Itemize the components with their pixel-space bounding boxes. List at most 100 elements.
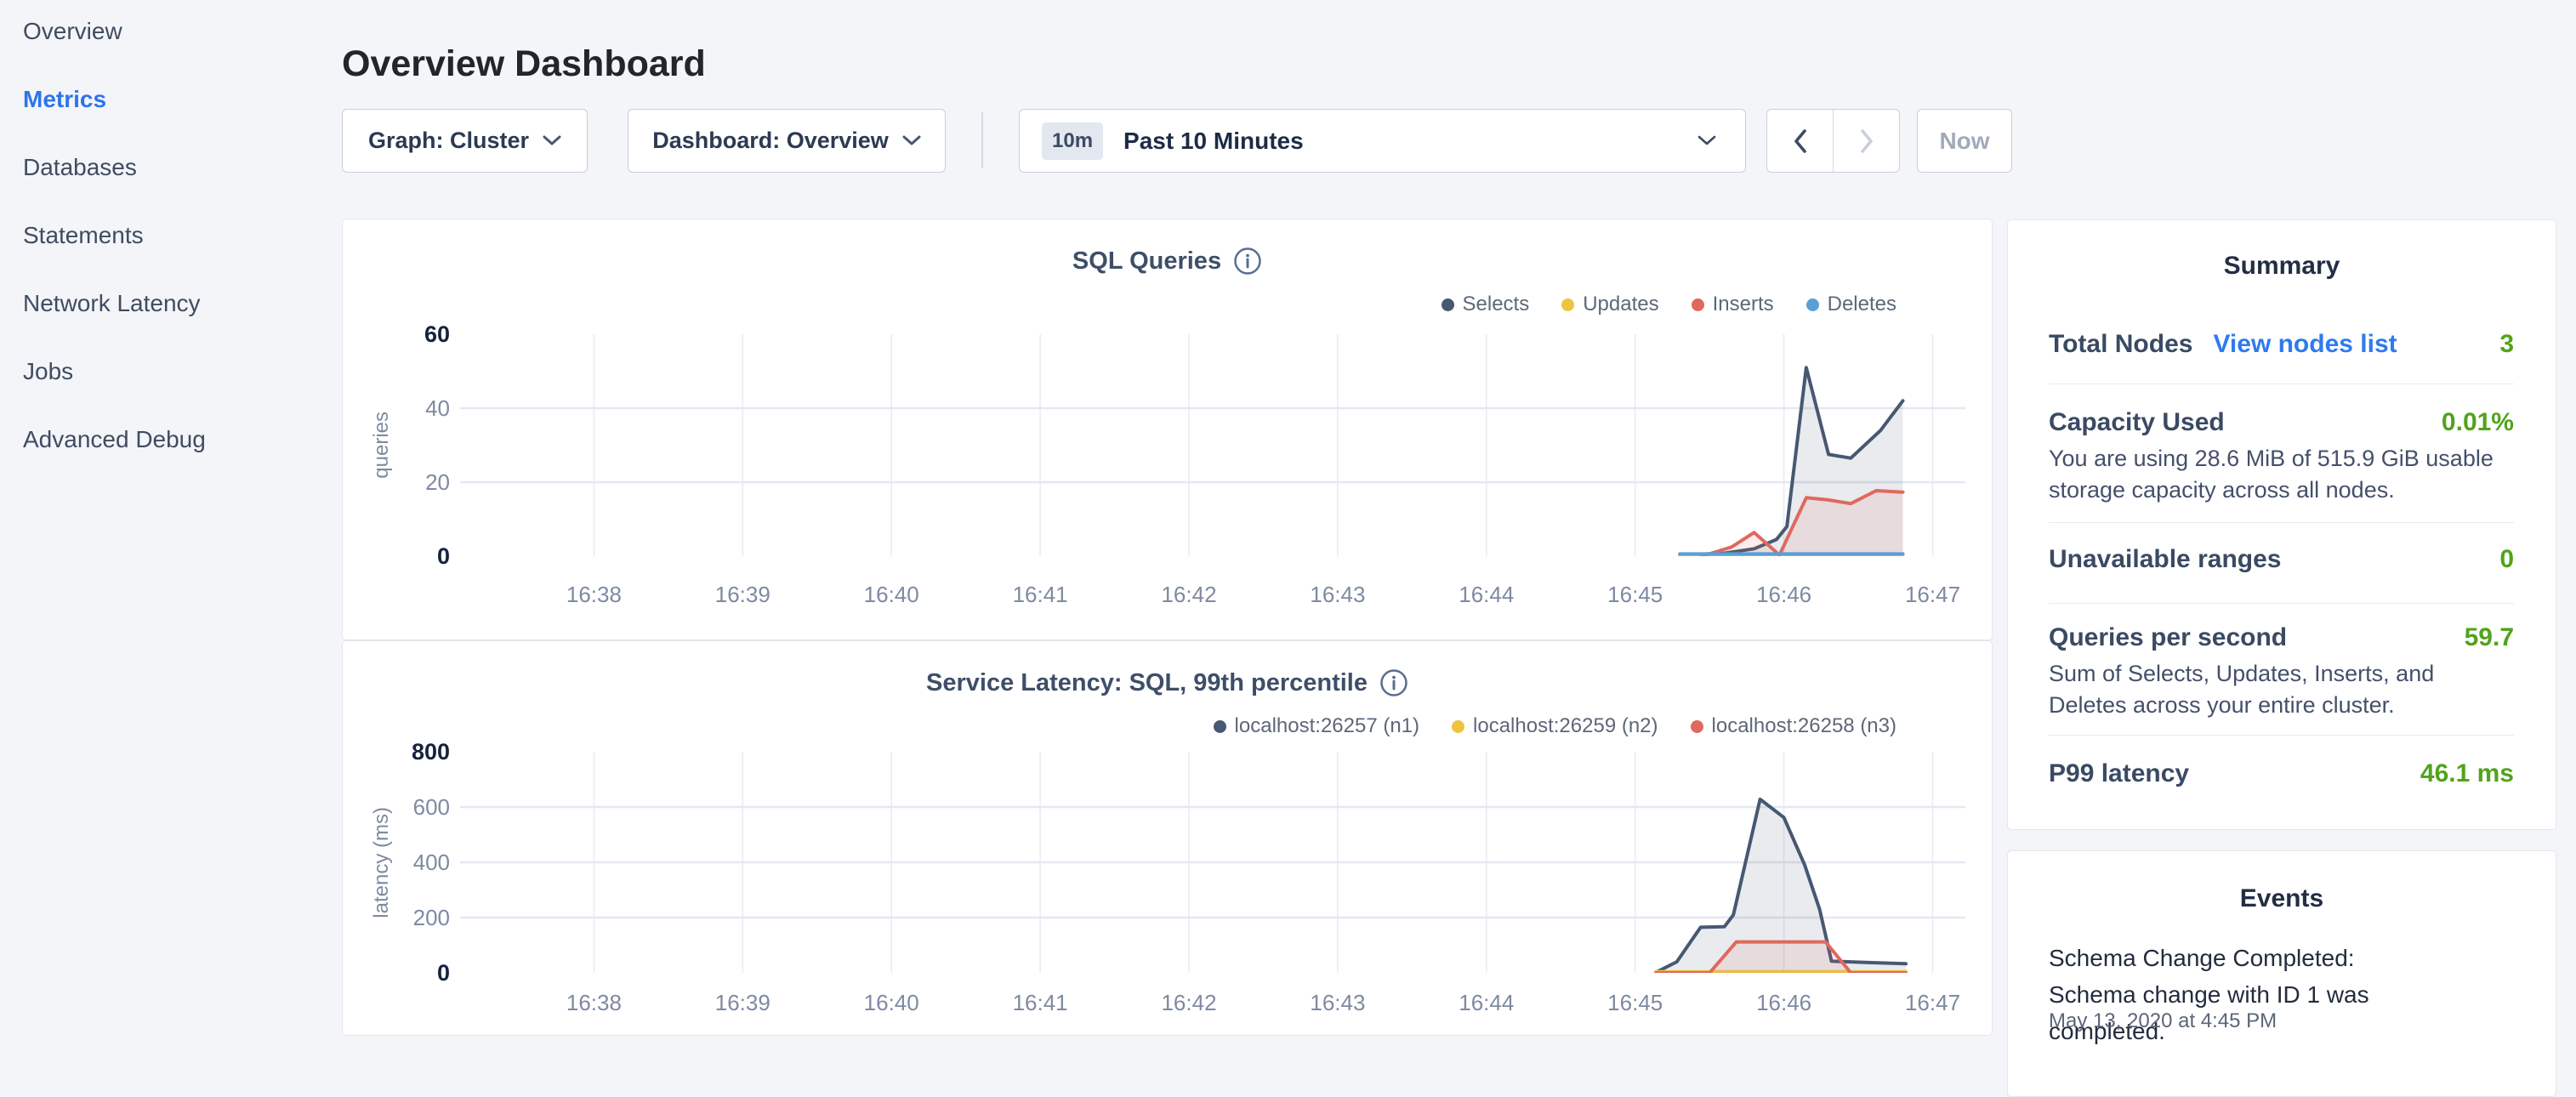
chevron-down-icon bbox=[543, 135, 561, 146]
time-window-pager bbox=[1766, 109, 1900, 173]
x-axis-tick: 16:45 bbox=[1584, 990, 1686, 1016]
chart-legend: localhost:26257 (n1) localhost:26259 (n2)… bbox=[1214, 714, 1896, 738]
y-axis-label: queries bbox=[367, 334, 397, 556]
x-axis-tick: 16:41 bbox=[989, 990, 1091, 1016]
chart-plot-area bbox=[460, 334, 1965, 556]
chart-title: Service Latency: SQL, 99th percentile bbox=[926, 669, 1368, 697]
x-axis-tick: 16:45 bbox=[1584, 582, 1686, 608]
summary-row-label: Queries per second bbox=[2049, 623, 2287, 652]
x-axis-tick: 16:44 bbox=[1436, 582, 1538, 608]
page-title: Overview Dashboard bbox=[342, 43, 706, 85]
toolbar-divider bbox=[981, 112, 983, 168]
service-latency-chart-card: Service Latency: SQL, 99th percentile lo… bbox=[342, 640, 1993, 1036]
x-axis-tick: 16:40 bbox=[840, 582, 942, 608]
summary-row-value: 3 bbox=[2499, 330, 2514, 359]
events-panel: Events Schema Change Completed: Schema c… bbox=[2007, 850, 2556, 1097]
legend-item[interactable]: localhost:26258 (n3) bbox=[1691, 714, 1896, 738]
chart-plot-area bbox=[460, 752, 1965, 973]
legend-item[interactable]: Deletes bbox=[1806, 293, 1896, 316]
legend-dot-icon bbox=[1561, 298, 1574, 311]
info-icon[interactable] bbox=[1379, 668, 1408, 697]
summary-row-value: 46.1 ms bbox=[2420, 759, 2514, 788]
y-axis-tick: 20 bbox=[368, 469, 450, 496]
view-nodes-list-link[interactable]: View nodes list bbox=[2213, 330, 2397, 359]
divider bbox=[2049, 603, 2514, 604]
chart-header: Service Latency: SQL, 99th percentile bbox=[343, 668, 1992, 697]
divider bbox=[2049, 735, 2514, 736]
legend-label: localhost:26257 (n1) bbox=[1235, 714, 1419, 738]
x-axis-tick: 16:44 bbox=[1436, 990, 1538, 1016]
x-axis-tick: 16:43 bbox=[1287, 582, 1389, 608]
summary-row-value: 0 bbox=[2499, 545, 2514, 574]
y-axis-tick: 0 bbox=[368, 543, 450, 570]
summary-row-unavailable-ranges: Unavailable ranges 0 bbox=[2049, 545, 2514, 574]
legend-dot-icon bbox=[1691, 720, 1703, 733]
summary-row-capacity-used: Capacity Used 0.01% bbox=[2049, 408, 2514, 437]
legend-label: Inserts bbox=[1713, 293, 1774, 316]
summary-title: Summary bbox=[2008, 252, 2556, 281]
sidebar-item-statements[interactable]: Statements bbox=[23, 202, 312, 270]
chart-header: SQL Queries bbox=[343, 247, 1992, 276]
x-axis-tick: 16:47 bbox=[1882, 990, 1984, 1016]
summary-row-description: You are using 28.6 MiB of 515.9 GiB usab… bbox=[2049, 443, 2499, 506]
legend-item[interactable]: localhost:26259 (n2) bbox=[1452, 714, 1658, 738]
x-axis-tick: 16:46 bbox=[1733, 582, 1835, 608]
summary-row-p99-latency: P99 latency 46.1 ms bbox=[2049, 759, 2514, 788]
chevron-down-icon bbox=[902, 135, 921, 146]
x-axis-tick: 16:46 bbox=[1733, 990, 1835, 1016]
x-axis-tick: 16:40 bbox=[840, 990, 942, 1016]
sql-queries-chart-card: SQL Queries Selects Updates Inserts Deletes… bbox=[342, 219, 1993, 640]
info-icon[interactable] bbox=[1233, 247, 1262, 276]
legend-label: Selects bbox=[1463, 293, 1530, 316]
summary-row-label: P99 latency bbox=[2049, 759, 2189, 788]
legend-item[interactable]: Inserts bbox=[1692, 293, 1774, 316]
next-time-window-button[interactable] bbox=[1834, 110, 1899, 172]
summary-row-value: 0.01% bbox=[2442, 408, 2514, 437]
legend-dot-icon bbox=[1442, 298, 1454, 311]
graph-dropdown[interactable]: Graph: Cluster bbox=[342, 109, 588, 173]
y-axis-tick: 60 bbox=[368, 321, 450, 348]
summary-row-label: Capacity Used bbox=[2049, 408, 2225, 437]
legend-dot-icon bbox=[1452, 720, 1464, 733]
y-axis-tick: 600 bbox=[368, 793, 450, 821]
legend-dot-icon bbox=[1214, 720, 1226, 733]
chart-legend: Selects Updates Inserts Deletes bbox=[1442, 293, 1897, 316]
summary-row-description: Sum of Selects, Updates, Inserts, and De… bbox=[2049, 658, 2499, 721]
x-axis-tick: 16:47 bbox=[1882, 582, 1984, 608]
time-window-badge: 10m bbox=[1042, 122, 1103, 160]
legend-item[interactable]: localhost:26257 (n1) bbox=[1214, 714, 1419, 738]
sidebar-item-jobs[interactable]: Jobs bbox=[23, 338, 312, 406]
sidebar-item-metrics[interactable]: Metrics bbox=[23, 65, 312, 134]
time-window-selector[interactable]: 10m Past 10 Minutes bbox=[1019, 109, 1746, 173]
legend-item[interactable]: Selects bbox=[1442, 293, 1530, 316]
sidebar-item-databases[interactable]: Databases bbox=[23, 134, 312, 202]
legend-dot-icon bbox=[1692, 298, 1704, 311]
legend-dot-icon bbox=[1806, 298, 1819, 311]
legend-item[interactable]: Updates bbox=[1561, 293, 1658, 316]
summary-row-total-nodes: Total Nodes View nodes list 3 bbox=[2049, 330, 2514, 359]
y-axis-tick: 40 bbox=[368, 395, 450, 422]
chevron-right-icon bbox=[1859, 128, 1874, 154]
x-axis-tick: 16:38 bbox=[543, 582, 645, 608]
summary-row-label: Total Nodes bbox=[2049, 330, 2192, 359]
x-axis-tick: 16:41 bbox=[989, 582, 1091, 608]
dashboard-dropdown[interactable]: Dashboard: Overview bbox=[628, 109, 946, 173]
x-axis-tick: 16:42 bbox=[1138, 990, 1240, 1016]
legend-label: localhost:26258 (n3) bbox=[1712, 714, 1896, 738]
summary-row-queries-per-second: Queries per second 59.7 bbox=[2049, 623, 2514, 652]
chart-title: SQL Queries bbox=[1072, 247, 1221, 276]
y-axis-tick: 0 bbox=[368, 959, 450, 986]
chevron-down-icon bbox=[1697, 135, 1716, 146]
legend-label: Deletes bbox=[1828, 293, 1896, 316]
x-axis-tick: 16:39 bbox=[691, 990, 793, 1016]
legend-label: Updates bbox=[1583, 293, 1658, 316]
events-title: Events bbox=[2008, 884, 2556, 913]
sidebar-item-advanced-debug[interactable]: Advanced Debug bbox=[23, 406, 312, 474]
dashboard-dropdown-label: Dashboard: Overview bbox=[652, 128, 889, 154]
sidebar-item-overview[interactable]: Overview bbox=[23, 0, 312, 65]
previous-time-window-button[interactable] bbox=[1767, 110, 1834, 172]
now-button[interactable]: Now bbox=[1917, 109, 2012, 173]
sidebar-item-network-latency[interactable]: Network Latency bbox=[23, 270, 312, 338]
time-window-label: Past 10 Minutes bbox=[1123, 128, 1304, 155]
now-button-label: Now bbox=[1939, 128, 1989, 155]
